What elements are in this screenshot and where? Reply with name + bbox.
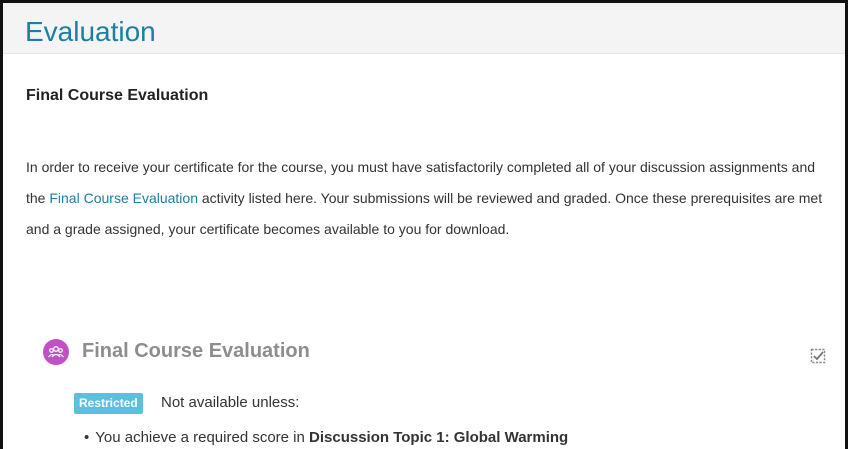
group-icon <box>43 339 69 365</box>
page-frame: Evaluation Final Course Evaluation In or… <box>0 0 848 449</box>
condition-target: Discussion Topic 1: Global Warming <box>309 429 569 446</box>
condition-text: You achieve a required score in <box>95 429 310 446</box>
activity-name-link[interactable]: Final Course Evaluation <box>82 338 310 364</box>
restriction-label: Not available unless: <box>161 394 300 411</box>
bullet: • <box>84 429 90 446</box>
restriction-condition: • You achieve a required score in Discuss… <box>84 427 568 449</box>
final-evaluation-link[interactable]: Final Course Evaluation <box>49 190 198 206</box>
restricted-badge: Restricted <box>74 393 143 414</box>
completion-checkbox-icon[interactable] <box>810 348 826 369</box>
page-title: Evaluation <box>25 16 156 47</box>
intro-paragraph: In order to receive your certificate for… <box>26 152 836 245</box>
page-header: Evaluation <box>3 3 845 54</box>
section-title: Final Course Evaluation <box>26 87 209 104</box>
